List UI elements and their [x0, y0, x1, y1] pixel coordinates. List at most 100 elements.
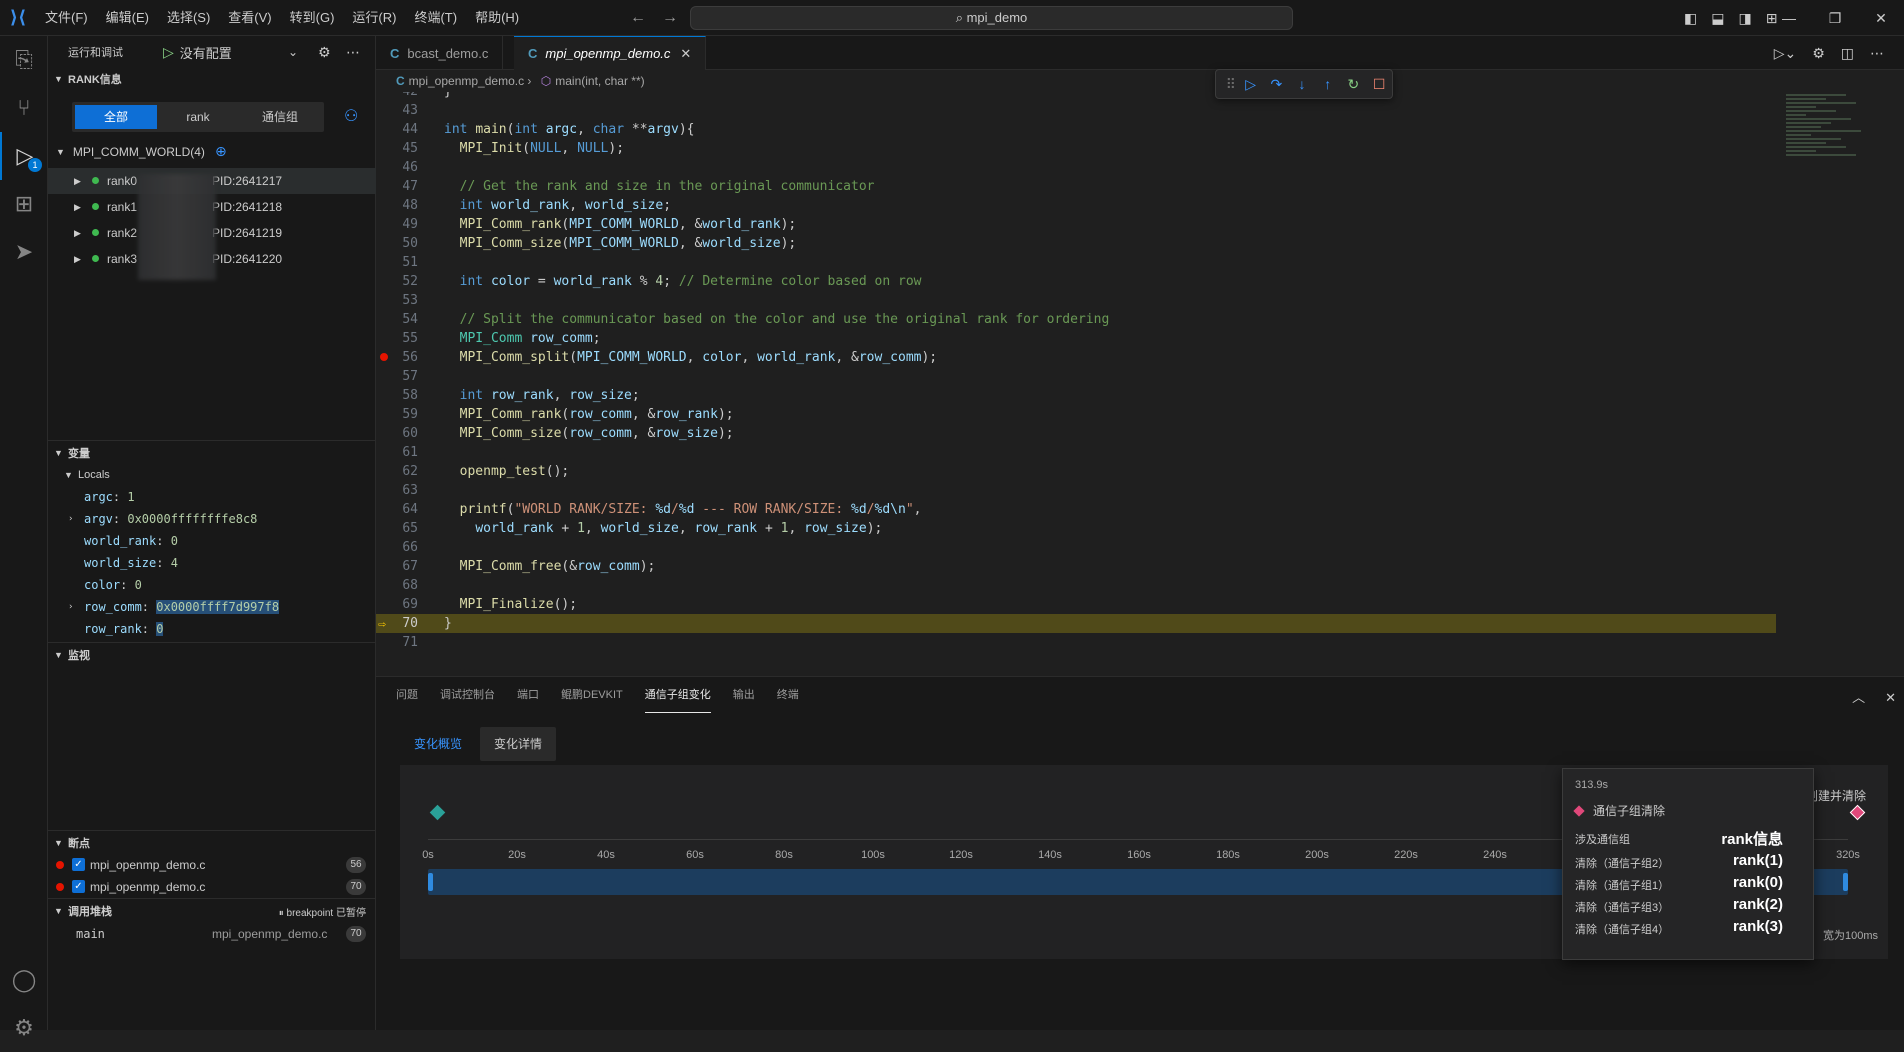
subtab-details[interactable]: 变化详情 — [480, 727, 557, 761]
filter-comm-group[interactable]: 通信组 — [239, 105, 321, 129]
variable-row[interactable]: world_size: 4 — [84, 552, 178, 574]
tick-label: 40s — [597, 849, 615, 861]
source-control-icon[interactable]: ⑂ — [0, 84, 48, 132]
step-into-icon[interactable]: ↓ — [1289, 76, 1315, 92]
continue-icon[interactable]: ▷ — [1238, 76, 1264, 93]
toggle-sidebar-icon[interactable]: ◧ — [1684, 10, 1697, 26]
create-event-marker[interactable] — [429, 804, 446, 821]
range-start-handle[interactable] — [428, 873, 433, 891]
redacted-area — [138, 174, 216, 280]
tab-comm-subgroup-changes[interactable]: 通信子组变化 — [644, 677, 711, 713]
tab-output[interactable]: 输出 — [733, 677, 755, 713]
variable-row[interactable]: color: 0 — [84, 574, 142, 596]
menu-run[interactable]: 运行(R) — [343, 0, 405, 36]
more-actions-icon[interactable]: ⋯ — [1870, 45, 1884, 61]
account-icon[interactable]: ◯ — [0, 956, 48, 1004]
minimap[interactable] — [1786, 92, 1876, 232]
filter-all[interactable]: 全部 — [75, 105, 157, 129]
variable-row[interactable]: argc: 1 — [84, 486, 135, 508]
variables-section[interactable]: ▼ 变量 — [48, 442, 376, 464]
drag-handle-icon[interactable]: ⠿ — [1224, 76, 1238, 93]
callstack-frame[interactable]: main mpi_openmp_demo.c 70 — [48, 923, 376, 945]
minimize-icon[interactable]: — — [1766, 0, 1812, 36]
menu-help[interactable]: 帮助(H) — [466, 0, 528, 36]
variable-row[interactable]: › argv: 0x0000ffffffffe8c8 — [48, 508, 376, 530]
variable-row[interactable]: world_rank: 0 — [84, 530, 178, 552]
breakpoint-row[interactable]: ✓ mpi_openmp_demo.c 70 — [48, 876, 376, 898]
toggle-secondary-sidebar-icon[interactable]: ◨ — [1738, 10, 1751, 26]
command-center-search[interactable]: ⌕ mpi_demo — [690, 6, 1293, 30]
var-name: color — [84, 578, 121, 592]
restart-icon[interactable]: ↻ — [1341, 76, 1367, 93]
maximize-panel-icon[interactable]: ︿ — [1852, 690, 1865, 705]
close-panel-icon[interactable]: ✕ — [1885, 690, 1896, 705]
step-over-icon[interactable]: ↷ — [1264, 76, 1290, 93]
back-arrow-icon[interactable]: ← — [630, 9, 646, 26]
restore-icon[interactable]: ❐ — [1812, 0, 1858, 36]
menu-edit[interactable]: 编辑(E) — [97, 0, 158, 36]
stop-icon[interactable]: ☐ — [1366, 76, 1392, 93]
extensions-icon[interactable]: ⊞ — [0, 180, 48, 228]
locate-target-icon[interactable]: ⊕ — [215, 143, 227, 160]
menu-go[interactable]: 转到(G) — [281, 0, 344, 36]
variable-row[interactable]: › row_comm: 0x0000ffff7d997f8 — [48, 596, 376, 618]
search-icon: ⌕ — [955, 10, 967, 25]
menu-file[interactable]: 文件(F) — [36, 0, 97, 36]
code-line: 47 // Get the rank and size in the origi… — [402, 179, 875, 194]
breakpoint-row[interactable]: ✓ mpi_openmp_demo.c 56 — [48, 854, 376, 876]
explorer-icon[interactable]: ⎘ — [0, 36, 48, 84]
filter-rank[interactable]: rank — [157, 105, 239, 129]
rank-info-section[interactable]: ▼ RANK信息 — [48, 68, 375, 90]
start-debug-icon[interactable]: ▷ — [163, 44, 174, 61]
breadcrumb-file[interactable]: mpi_openmp_demo.c — [409, 74, 524, 88]
tab-debug-console[interactable]: 调试控制台 — [440, 677, 495, 713]
tick-label: 240s — [1483, 849, 1507, 861]
run-dropdown-icon[interactable]: ▷⌄ — [1774, 45, 1797, 61]
breakpoint-checkbox[interactable]: ✓ — [72, 858, 85, 871]
send-icon[interactable]: ➤ — [0, 228, 48, 276]
more-actions-icon[interactable]: ⋯ — [346, 44, 360, 61]
tab-terminal[interactable]: 终端 — [777, 677, 799, 713]
pause-icon: ⏸ — [278, 907, 287, 919]
code-line: 44 int main(int argc, char **argv){ — [402, 122, 695, 137]
section-label: RANK信息 — [68, 74, 122, 86]
menu-selection[interactable]: 选择(S) — [158, 0, 219, 36]
breakpoints-section[interactable]: ▼ 断点 — [48, 832, 376, 854]
debug-config-select[interactable]: 没有配置 — [180, 43, 232, 62]
tab-mpi-openmp-demo[interactable]: Cmpi_openmp_demo.c ✕ — [514, 36, 707, 70]
gear-icon[interactable]: ⚙ — [318, 44, 331, 61]
step-out-icon[interactable]: ↑ — [1315, 76, 1341, 92]
locals-scope[interactable]: ▼ Locals — [58, 464, 110, 486]
debug-badge: 1 — [28, 158, 42, 172]
hierarchy-icon[interactable]: ⚇ — [344, 106, 358, 126]
split-editor-icon[interactable]: ◫ — [1841, 45, 1854, 61]
close-window-icon[interactable]: ✕ — [1858, 0, 1904, 36]
close-tab-icon[interactable]: ✕ — [680, 46, 691, 62]
forward-arrow-icon[interactable]: → — [662, 9, 678, 26]
chevron-down-icon: ▼ — [54, 650, 63, 660]
code-editor[interactable]: 42} 43 44int main(int argc, char **argv)… — [376, 92, 1776, 656]
menu-terminal[interactable]: 终端(T) — [405, 0, 466, 36]
run-debug-icon[interactable]: ▷ 1 — [0, 132, 48, 180]
tab-devkit[interactable]: 鲲鹏DEVKIT — [561, 677, 623, 713]
subtab-overview[interactable]: 变化概览 — [400, 727, 476, 761]
menu-view[interactable]: 查看(V) — [219, 0, 280, 36]
watch-section[interactable]: ▼ 监视 — [48, 644, 376, 666]
manage-gear-icon[interactable]: ⚙ — [0, 1004, 48, 1052]
breakpoint-checkbox[interactable]: ✓ — [72, 880, 85, 893]
breadcrumb-symbol[interactable]: main(int, char **) — [555, 74, 644, 88]
gear-icon[interactable]: ⚙ — [1812, 45, 1825, 61]
tab-ports[interactable]: 端口 — [517, 677, 539, 713]
range-end-handle[interactable] — [1843, 873, 1848, 891]
tab-bcast-demo[interactable]: Cbcast_demo.c — [376, 36, 504, 70]
chevron-down-icon[interactable]: ⌄ — [288, 45, 298, 59]
var-name: world_size — [84, 556, 157, 570]
c-file-icon: C — [528, 46, 538, 61]
callstack-section[interactable]: ▼ 调用堆栈 ⏸ breakpoint 已暂停 — [48, 900, 376, 922]
toggle-panel-icon[interactable]: ⬓ — [1711, 10, 1724, 26]
clear-event-marker[interactable] — [1849, 804, 1866, 821]
comm-world-node[interactable]: ▼ MPI_COMM_WORLD(4) ⊕ — [56, 143, 227, 160]
tab-problems[interactable]: 问题 — [396, 677, 418, 713]
variable-row[interactable]: row_rank: 0 — [84, 618, 164, 640]
activity-bar: ⎘ ⑂ ▷ 1 ⊞ ➤ ◯ ⚙ — [0, 36, 48, 1040]
